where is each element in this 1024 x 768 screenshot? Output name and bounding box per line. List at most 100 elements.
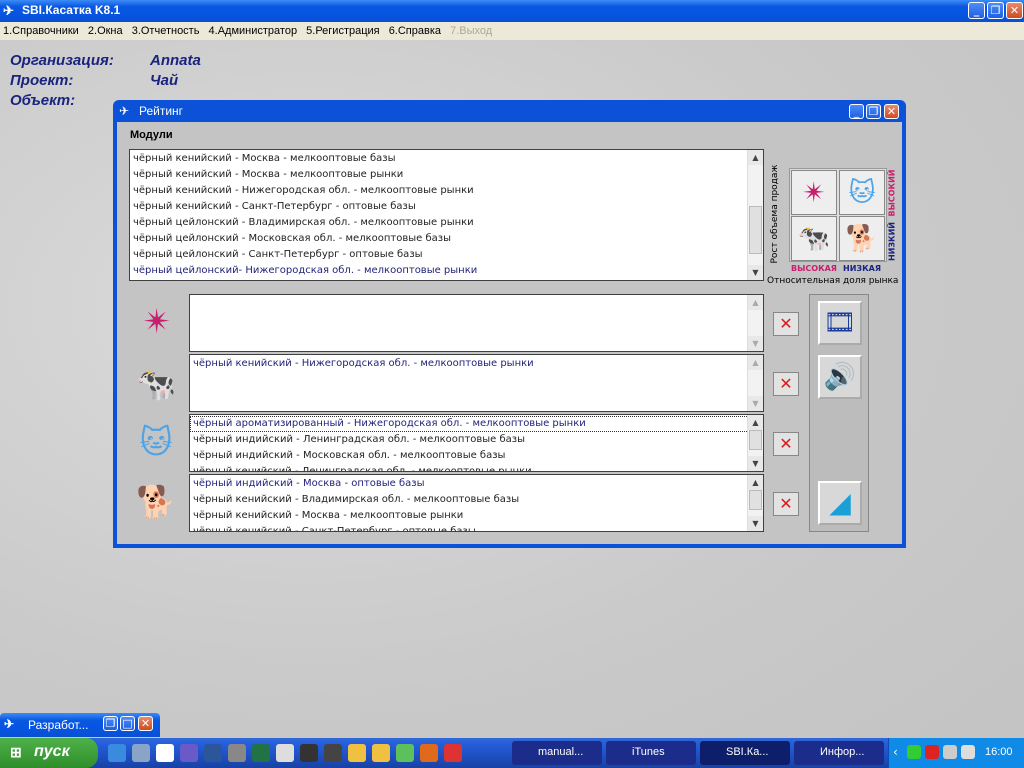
menu-item-3[interactable]: 3.Отчетность <box>129 22 203 40</box>
list-item[interactable]: чёрный цейлонский - Владимирская обл. - … <box>130 215 763 231</box>
scrollbar[interactable]: ▲ ▼ <box>747 295 763 351</box>
menu-item-2[interactable]: 2.Окна <box>85 22 126 40</box>
list-item[interactable]: чёрный ароматизированный - Нижегородская… <box>190 416 763 432</box>
back-arrow-button[interactable]: ◢ <box>818 481 862 525</box>
list-item[interactable]: чёрный индийский - Ленинградская обл. - … <box>190 432 763 448</box>
tray-icon-3[interactable] <box>943 745 957 759</box>
scroll-down-icon[interactable]: ▼ <box>748 336 763 351</box>
minimized-maximize-button[interactable]: □ <box>120 716 135 731</box>
start-button[interactable]: ⊞ пуск <box>0 738 98 768</box>
list-item[interactable]: чёрный цейлонский- Нижегородская обл. - … <box>130 263 763 279</box>
list-item[interactable]: чёрный индийский - Москва - оптовые базы <box>190 476 763 492</box>
tray-icon-4[interactable] <box>961 745 975 759</box>
task-manual[interactable]: manual... <box>512 741 602 765</box>
word-icon[interactable] <box>204 744 222 762</box>
app-icon-13[interactable] <box>396 744 414 762</box>
opera-icon[interactable] <box>444 744 462 762</box>
app-icon-2[interactable] <box>132 744 150 762</box>
list-item[interactable]: чёрный кенийский - Москва - мелкооптовые… <box>130 151 763 167</box>
tray-icon-1[interactable] <box>907 745 921 759</box>
cow-list[interactable]: чёрный кенийский - Нижегородская обл. - … <box>189 354 764 412</box>
scroll-down-icon[interactable]: ▼ <box>748 265 763 280</box>
list-item[interactable]: чёрный кенийский - Москва - мелкооптовые… <box>130 167 763 183</box>
list-item[interactable]: чёрный кенийский - Нижегородская обл. - … <box>130 183 763 199</box>
app-icon-6[interactable] <box>228 744 246 762</box>
scrollbar[interactable]: ▲ ▼ <box>747 475 763 531</box>
dog-list[interactable]: чёрный индийский - Москва - оптовые базы… <box>189 474 764 532</box>
menu-item-5[interactable]: 5.Регистрация <box>303 22 382 40</box>
cat-icon[interactable]: 🐱 <box>839 170 885 215</box>
menu-item-6[interactable]: 6.Справка <box>386 22 444 40</box>
minimized-close-button[interactable]: ✕ <box>138 716 153 731</box>
app-icon-4[interactable] <box>180 744 198 762</box>
scroll-up-icon[interactable]: ▲ <box>748 355 763 370</box>
menu-item-1[interactable]: 1.Справочники <box>0 22 82 40</box>
scrollbar[interactable]: ▲ ▼ <box>747 415 763 471</box>
clock: 16:00 <box>985 746 1013 758</box>
clear-star-button[interactable]: ✕ <box>773 312 799 336</box>
list-item[interactable]: чёрный кенийский - Владимирская обл. - м… <box>190 492 763 508</box>
scrollbar[interactable]: ▲ ▼ <box>747 355 763 411</box>
list-item[interactable]: чёрный кенийский - Нижегородская обл. - … <box>190 356 763 372</box>
excel-icon[interactable] <box>252 744 270 762</box>
system-tray: ‹ 16:00 <box>888 738 1024 768</box>
cow-icon[interactable]: 🐄 <box>791 216 837 261</box>
task-itunes[interactable]: iTunes <box>606 741 696 765</box>
tray-expand-icon[interactable]: ‹ <box>893 745 898 759</box>
minimize-button[interactable]: _ <box>968 2 985 19</box>
ie-icon[interactable] <box>108 744 126 762</box>
scroll-up-icon[interactable]: ▲ <box>748 415 763 430</box>
dialog-minimize-button[interactable]: _ <box>849 104 864 119</box>
list-item[interactable]: чёрный цейлонский - Московская обл. - ме… <box>130 231 763 247</box>
list-item[interactable]: чёрный кенийский - Ленинградская обл. - … <box>190 464 763 471</box>
dialog-maximize-button[interactable]: ❐ <box>866 104 881 119</box>
task-label: iTunes <box>632 746 665 758</box>
list-item[interactable]: чёрный цейлонский - Санкт-Петербург - оп… <box>130 247 763 263</box>
dog-icon[interactable]: 🐕 <box>839 216 885 261</box>
scroll-down-icon[interactable]: ▼ <box>748 396 763 411</box>
scroll-down-icon[interactable]: ▼ <box>748 516 763 531</box>
clear-cow-button[interactable]: ✕ <box>773 372 799 396</box>
maximize-button[interactable]: ❐ <box>987 2 1004 19</box>
minimized-restore-button[interactable]: ❐ <box>103 716 118 731</box>
list-item[interactable]: чёрный кенийский - Санкт-Петербург - опт… <box>190 524 763 531</box>
close-button[interactable]: ✕ <box>1006 2 1023 19</box>
app-icon-8[interactable] <box>276 744 294 762</box>
sound-icon-button[interactable]: 🔊 <box>818 355 862 399</box>
scroll-up-icon[interactable]: ▲ <box>748 475 763 490</box>
scroll-down-icon[interactable]: ▼ <box>748 456 763 471</box>
minimized-window[interactable]: ✈ Разработ... ❐ □ ✕ <box>0 713 160 737</box>
clear-cat-button[interactable]: ✕ <box>773 432 799 456</box>
scroll-thumb[interactable] <box>749 430 762 450</box>
cat-list[interactable]: чёрный ароматизированный - Нижегородская… <box>189 414 764 472</box>
menu-item-4[interactable]: 4.Администратор <box>206 22 301 40</box>
film-icon-button[interactable]: 🎞 <box>818 301 862 345</box>
scroll-thumb[interactable] <box>749 206 762 254</box>
folder-icon-2[interactable] <box>372 744 390 762</box>
scroll-thumb[interactable] <box>749 490 762 510</box>
tray-icon-2[interactable] <box>925 745 939 759</box>
modules-list[interactable]: чёрный кенийский - Москва - мелкооптовые… <box>129 149 764 281</box>
task-sbi[interactable]: SBI.Ка... <box>700 741 790 765</box>
list-item[interactable]: чёрный кенийский - Москва - мелкооптовые… <box>190 508 763 524</box>
task-info[interactable]: Инфор... <box>794 741 884 765</box>
menubar: 1.Справочники 2.Окна 3.Отчетность 4.Адми… <box>0 22 1024 40</box>
star-list[interactable]: ▲ ▼ <box>189 294 764 352</box>
star-icon[interactable]: ✴ <box>791 170 837 215</box>
clear-dog-button[interactable]: ✕ <box>773 492 799 516</box>
rating-dialog: ✈ Рейтинг _ ❐ ✕ Модули чёрный кенийский … <box>113 100 906 548</box>
info-icon[interactable] <box>156 744 174 762</box>
folder-icon[interactable] <box>348 744 366 762</box>
list-item[interactable]: чёрный индийский - Московская обл. - мел… <box>190 448 763 464</box>
scrollbar[interactable]: ▲ ▼ <box>747 150 763 280</box>
firefox-icon[interactable] <box>420 744 438 762</box>
dialog-close-button[interactable]: ✕ <box>884 104 899 119</box>
bcg-matrix: Рост объема продаж ✴ 🐱 🐄 🐕 высокий низки… <box>767 152 902 292</box>
y-axis-label: Рост объема продаж <box>770 164 780 264</box>
app-icon-9[interactable] <box>300 744 318 762</box>
app-icon-10[interactable] <box>324 744 342 762</box>
list-item[interactable]: чёрный кенийский - Санкт-Петербург - опт… <box>130 199 763 215</box>
scroll-up-icon[interactable]: ▲ <box>748 150 763 165</box>
scroll-up-icon[interactable]: ▲ <box>748 295 763 310</box>
taskbar: ⊞ пуск manual... iTunes SBI.Ка... Инфор.… <box>0 738 1024 768</box>
